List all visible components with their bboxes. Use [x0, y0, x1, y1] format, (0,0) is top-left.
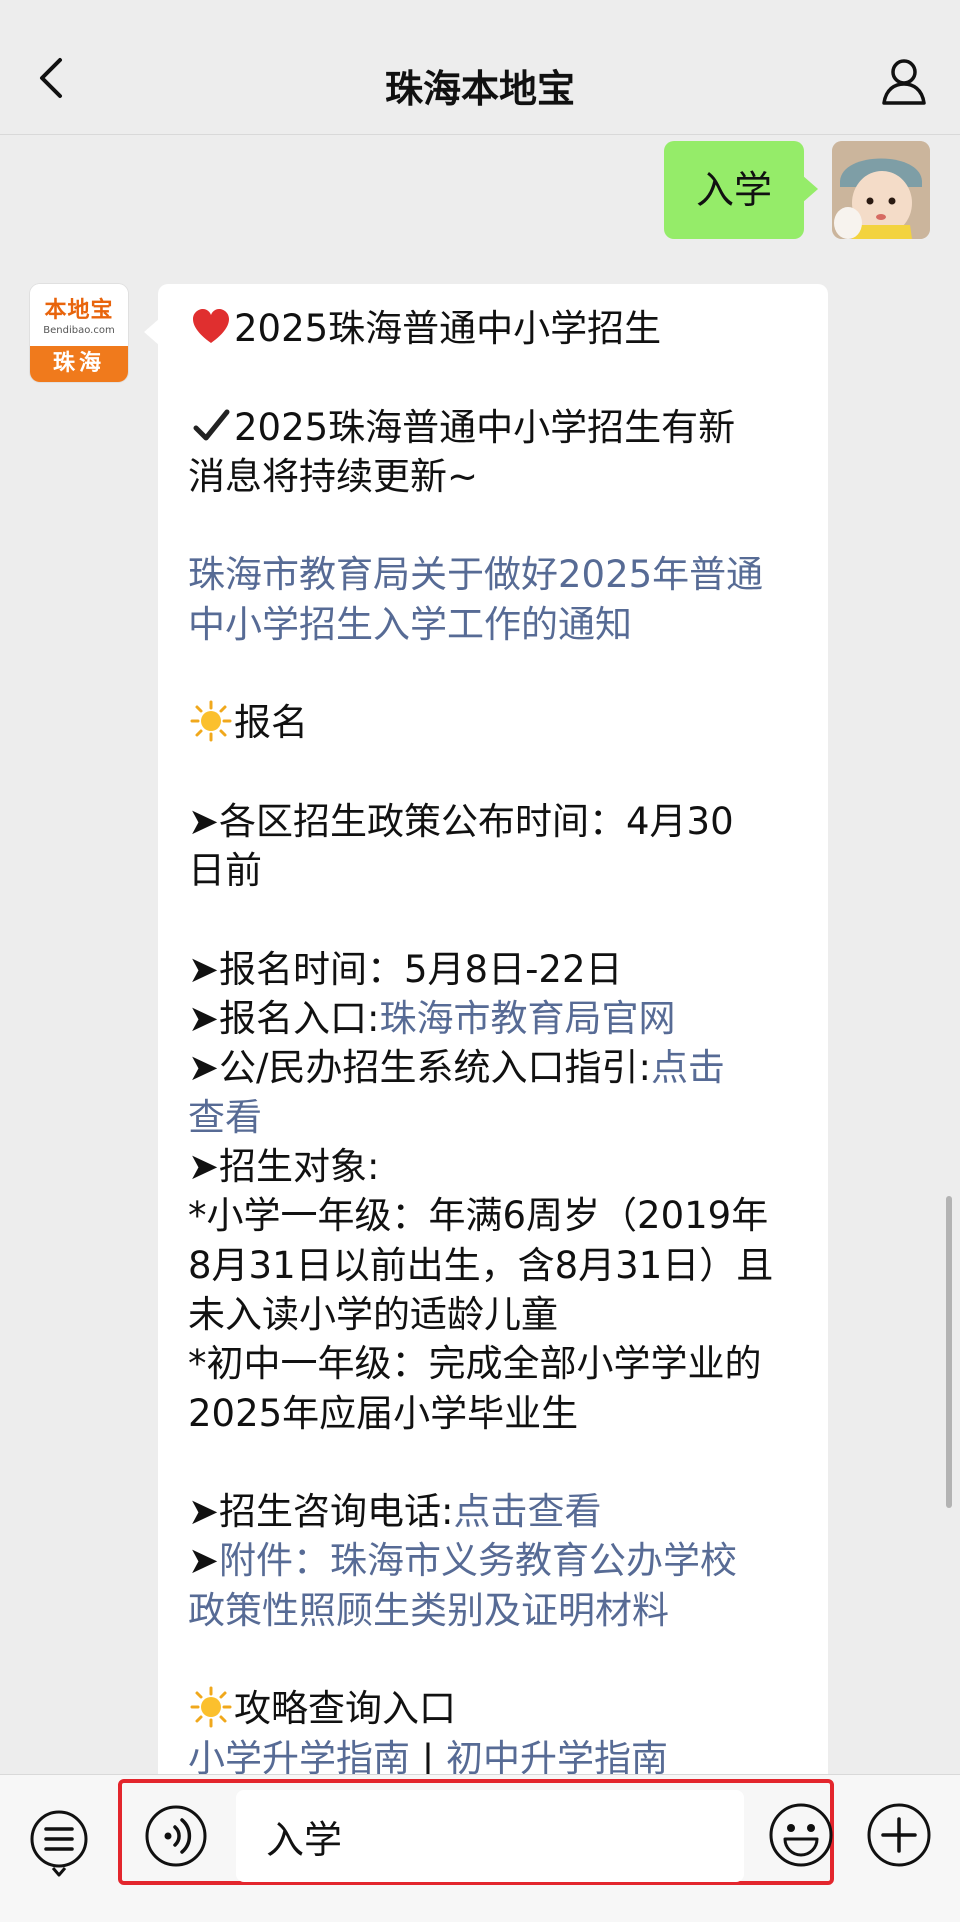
target-label: ➤招生对象: — [188, 1145, 380, 1189]
policy-time-line-2: 日前 — [188, 849, 262, 893]
incoming-message-bubble: 2025珠海普通中小学招生 2025珠海普通中小学招生有新 消息将持续更新~ 珠… — [144, 284, 828, 1804]
chat-title: 珠海本地宝 — [384, 67, 575, 111]
phone-link[interactable]: 点击查看 — [453, 1490, 601, 1533]
voice-input-icon[interactable] — [144, 1804, 208, 1868]
scrollbar[interactable] — [946, 1196, 952, 1508]
sun-icon — [188, 1684, 234, 1733]
primary-line-3: 未入读小学的适龄儿童 — [188, 1292, 558, 1336]
signup-entry-link[interactable]: 珠海市教育局官网 — [379, 997, 675, 1040]
logo-brand: 本地宝 — [44, 298, 114, 323]
emoji-icon[interactable] — [768, 1802, 834, 1868]
input-toolbar — [0, 1774, 960, 1922]
phone-label: ➤招生咨询电话: — [188, 1490, 454, 1534]
guide-link-part-1[interactable]: 点击 — [651, 1046, 725, 1089]
sun-icon — [188, 698, 234, 747]
attachment-label: ➤ — [188, 1539, 220, 1583]
update-line-1: 2025珠海普通中小学招生有新 — [234, 405, 736, 449]
primary-line-2: 8月31日以前出生，含8月31日）且 — [188, 1243, 774, 1287]
menu-list-icon[interactable] — [28, 1809, 90, 1879]
guide-link-part-2[interactable]: 查看 — [188, 1093, 808, 1142]
junior-line-2: 2025年应届小学毕业生 — [188, 1391, 579, 1435]
attachment-link-line-2[interactable]: 政策性照顾生类别及证明材料 — [188, 1586, 808, 1635]
official-account-avatar[interactable]: 本地宝 Bendibao.com 珠海 — [30, 284, 128, 382]
logo-city: 珠海 — [30, 346, 128, 382]
signup-entry-label: ➤报名入口: — [188, 997, 380, 1041]
section-guides: 攻略查询入口 — [234, 1687, 456, 1731]
message-title: 2025珠海普通中小学招生 — [234, 307, 662, 350]
junior-line-1: *初中一年级：完成全部小学学业的 — [188, 1342, 762, 1386]
message-content: 2025珠海普通中小学招生 2025珠海普通中小学招生有新 消息将持续更新~ 珠… — [188, 304, 808, 1783]
heart-icon — [188, 304, 234, 353]
plus-more-icon[interactable] — [866, 1802, 932, 1868]
update-line-2: 消息将持续更新~ — [188, 454, 479, 498]
notice-link[interactable]: 珠海市教育局关于做好2025年普通 中小学招生入学工作的通知 — [188, 550, 808, 649]
guide-label: ➤公/民办招生系统入口指引: — [188, 1046, 651, 1090]
checkmark-icon — [188, 403, 234, 452]
section-signup: 报名 — [234, 701, 308, 745]
primary-line-1: *小学一年级：年满6周岁（2019年 — [188, 1194, 769, 1238]
attachment-link-line-1[interactable]: 附件：珠海市义务教育公办学校 — [219, 1539, 737, 1582]
profile-icon[interactable] — [880, 56, 928, 106]
notice-link-line-2[interactable]: 中小学招生入学工作的通知 — [188, 600, 808, 649]
user-avatar[interactable] — [832, 141, 930, 239]
message-input[interactable] — [236, 1790, 744, 1882]
signup-time: ➤报名时间：5月8日-22日 — [188, 947, 623, 991]
logo-top: 本地宝 Bendibao.com — [30, 284, 128, 346]
policy-time-line-1: ➤各区招生政策公布时间：4月30 — [188, 799, 734, 843]
notice-link-line-1[interactable]: 珠海市教育局关于做好2025年普通 — [188, 550, 808, 599]
logo-domain: Bendibao.com — [43, 325, 115, 336]
outgoing-message-bubble[interactable]: 入学 — [663, 141, 819, 239]
navigation-bar: 珠海本地宝 — [0, 0, 960, 135]
